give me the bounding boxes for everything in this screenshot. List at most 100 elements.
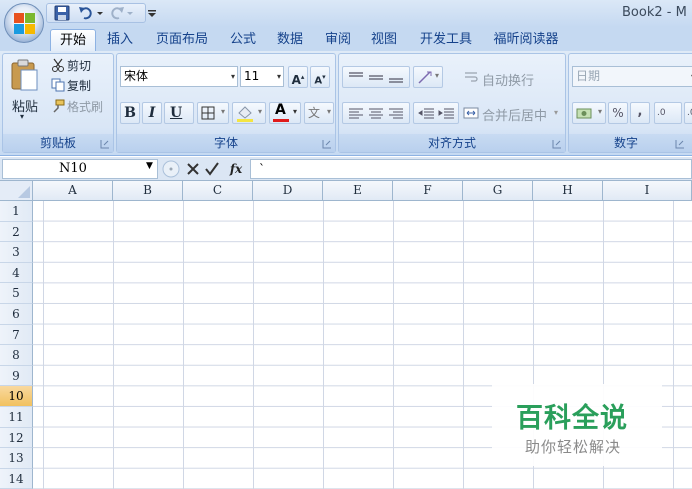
phonetic-icon: 文 bbox=[308, 106, 321, 120]
accounting-format-button[interactable]: ▾ bbox=[572, 102, 606, 124]
accounting-icon bbox=[576, 108, 592, 119]
merge-center-dropdown-icon[interactable]: ▾ bbox=[554, 108, 558, 117]
resize-handle-icon[interactable] bbox=[162, 160, 180, 178]
comma-style-button[interactable]: , bbox=[630, 102, 650, 124]
row-header-4[interactable]: 4 bbox=[0, 262, 33, 284]
tab-view[interactable]: 视图 bbox=[364, 29, 404, 51]
paste-dropdown-icon[interactable]: ▾ bbox=[20, 112, 24, 121]
name-box[interactable]: N10 bbox=[2, 159, 158, 179]
column-header-e[interactable]: E bbox=[323, 181, 393, 201]
column-header-g[interactable]: G bbox=[463, 181, 533, 201]
horizontal-align-buttons[interactable] bbox=[342, 102, 410, 124]
font-size-select[interactable]: 11 ▾ bbox=[240, 66, 284, 87]
column-header-h[interactable]: H bbox=[533, 181, 603, 201]
shrink-font-icon[interactable]: A▾ bbox=[310, 66, 330, 88]
row-header-6[interactable]: 6 bbox=[0, 304, 33, 325]
row-header-8[interactable]: 8 bbox=[0, 345, 33, 366]
wrap-text-icon bbox=[465, 72, 478, 82]
tab-formulas[interactable]: 公式 bbox=[224, 29, 262, 51]
row-header-11[interactable]: 11 bbox=[0, 407, 33, 428]
font-name-value: 宋体 bbox=[124, 69, 149, 83]
redo-dropdown-icon[interactable] bbox=[127, 4, 133, 22]
formula-bar: N10 ▼ fx ` bbox=[0, 157, 692, 181]
row-header-9[interactable]: 9 bbox=[0, 365, 33, 387]
format-painter-button[interactable]: 格式刷 bbox=[67, 98, 103, 115]
tab-foxit-reader[interactable]: 福昕阅读器 bbox=[486, 29, 566, 51]
customize-toolbar-icon[interactable] bbox=[148, 4, 156, 22]
clipboard-dialog-launcher-icon[interactable] bbox=[100, 139, 110, 149]
alignment-dialog-launcher-icon[interactable] bbox=[552, 139, 562, 149]
redo-icon[interactable] bbox=[109, 4, 125, 22]
indent-buttons[interactable] bbox=[413, 102, 459, 124]
number-dialog-launcher-icon[interactable] bbox=[675, 139, 685, 149]
row-header-12[interactable]: 12 bbox=[0, 427, 33, 449]
horizontal-align-icon bbox=[349, 108, 403, 119]
cancel-icon[interactable] bbox=[186, 162, 200, 176]
orientation-button[interactable]: ▾ bbox=[413, 66, 443, 88]
percent-style-button[interactable]: % bbox=[608, 102, 628, 124]
column-header-b[interactable]: B bbox=[113, 181, 183, 201]
undo-dropdown-icon[interactable] bbox=[97, 4, 103, 22]
column-header-i[interactable]: I bbox=[603, 181, 692, 201]
increase-decimal-button[interactable]: .0 .00 bbox=[654, 102, 682, 124]
decrease-decimal-button[interactable]: .00 bbox=[684, 102, 692, 124]
wrap-text-button[interactable]: 自动换行 bbox=[482, 70, 534, 89]
undo-icon[interactable] bbox=[78, 4, 94, 22]
enter-icon[interactable] bbox=[205, 162, 219, 176]
row-header-3[interactable]: 3 bbox=[0, 242, 33, 263]
office-button[interactable] bbox=[4, 3, 44, 43]
select-all-button[interactable] bbox=[0, 181, 33, 201]
number-format-select[interactable]: 日期 ▾ bbox=[572, 66, 692, 87]
merge-center-button[interactable]: 合并后居中 bbox=[482, 105, 547, 124]
save-icon[interactable] bbox=[54, 4, 70, 22]
font-dialog-launcher-icon[interactable] bbox=[322, 139, 332, 149]
phonetic-dropdown-icon: ▾ bbox=[326, 107, 331, 116]
borders-dropdown-icon: ▾ bbox=[220, 107, 225, 116]
formula-input[interactable]: ` bbox=[250, 159, 692, 179]
name-box-dropdown-icon[interactable]: ▼ bbox=[146, 161, 153, 171]
borders-button[interactable]: ▾ bbox=[197, 102, 229, 124]
cut-button[interactable]: 剪切 bbox=[67, 57, 91, 74]
tab-home[interactable]: 开始 bbox=[50, 29, 96, 51]
clipboard-group-label: 剪贴板 bbox=[3, 134, 113, 152]
row-header-14[interactable]: 14 bbox=[0, 468, 33, 489]
paste-button[interactable]: 粘贴 bbox=[12, 96, 38, 115]
column-header-f[interactable]: F bbox=[393, 181, 463, 201]
insert-function-button[interactable]: fx bbox=[226, 160, 246, 178]
column-header-a[interactable]: A bbox=[33, 181, 113, 201]
fill-color-icon bbox=[237, 106, 253, 122]
font-color-button[interactable]: A ▾ bbox=[269, 102, 301, 124]
fill-color-button[interactable]: ▾ bbox=[232, 102, 266, 124]
tab-review[interactable]: 审阅 bbox=[318, 29, 358, 51]
alignment-group-label: 对齐方式 bbox=[339, 134, 565, 152]
copy-button[interactable]: 复制 bbox=[67, 77, 91, 94]
grow-font-icon[interactable]: A▴ bbox=[288, 66, 308, 88]
underline-button[interactable]: U bbox=[164, 102, 194, 124]
formula-buttons: fx bbox=[160, 159, 250, 179]
indent-icon bbox=[418, 108, 454, 119]
tab-page-layout[interactable]: 页面布局 bbox=[148, 29, 216, 51]
font-name-select[interactable]: 宋体 ▾ bbox=[120, 66, 238, 87]
row-header-5[interactable]: 5 bbox=[0, 283, 33, 304]
accounting-dropdown-icon: ▾ bbox=[597, 107, 602, 116]
italic-button[interactable]: I bbox=[142, 102, 162, 124]
font-name-dropdown-icon: ▾ bbox=[230, 72, 235, 81]
borders-icon bbox=[201, 106, 215, 120]
row-header-2[interactable]: 2 bbox=[0, 221, 33, 243]
font-group-label: 字体 bbox=[117, 134, 335, 152]
font-size-value: 11 bbox=[244, 69, 260, 83]
phonetic-button[interactable]: 文 ▾ bbox=[304, 102, 334, 124]
column-header-d[interactable]: D bbox=[253, 181, 323, 201]
row-header-1[interactable]: 1 bbox=[0, 201, 33, 222]
vertical-align-buttons[interactable] bbox=[342, 66, 410, 88]
tab-developer[interactable]: 开发工具 bbox=[412, 29, 480, 51]
row-header-7[interactable]: 7 bbox=[0, 324, 33, 346]
bold-button[interactable]: B bbox=[120, 102, 140, 124]
row-header-13[interactable]: 13 bbox=[0, 448, 33, 469]
tab-insert[interactable]: 插入 bbox=[100, 29, 140, 51]
tab-data[interactable]: 数据 bbox=[270, 29, 310, 51]
cut-icon bbox=[52, 58, 64, 72]
ribbon: 粘贴 ▾ 剪切 复制 格式刷 剪贴板 宋体 ▾ 11 ▾ A▴ A▾ B I U… bbox=[0, 51, 692, 156]
column-header-c[interactable]: C bbox=[183, 181, 253, 201]
row-header-10[interactable]: 10 bbox=[0, 386, 33, 407]
